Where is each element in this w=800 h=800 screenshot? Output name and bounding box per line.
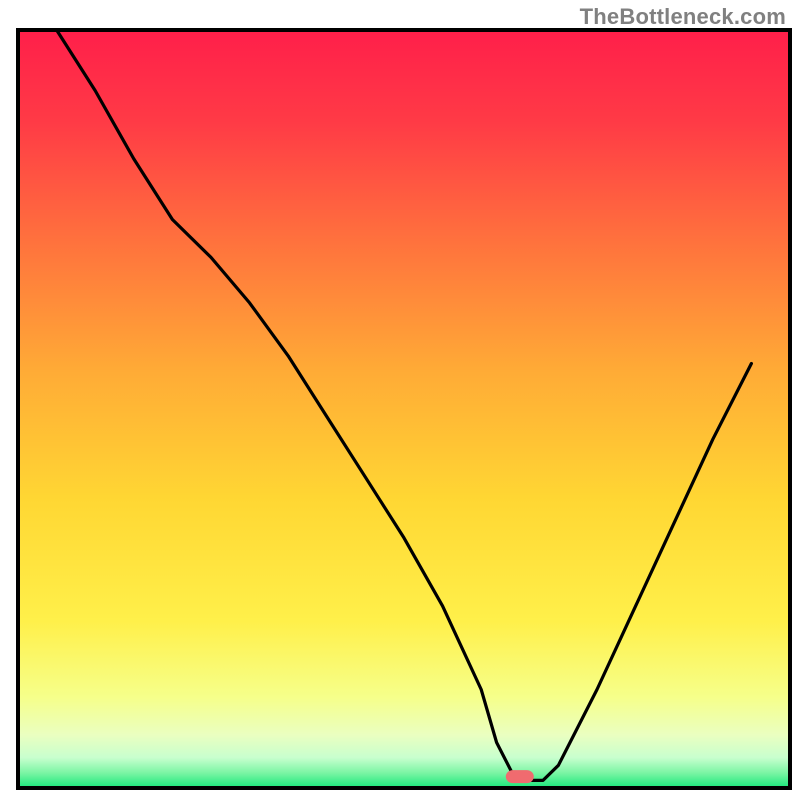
plot-background bbox=[18, 30, 790, 788]
chart-frame: TheBottleneck.com bbox=[0, 0, 800, 800]
watermark-text: TheBottleneck.com bbox=[580, 4, 786, 30]
plot-area bbox=[18, 30, 790, 788]
optimal-point-marker bbox=[506, 770, 534, 783]
bottleneck-chart bbox=[0, 0, 800, 800]
